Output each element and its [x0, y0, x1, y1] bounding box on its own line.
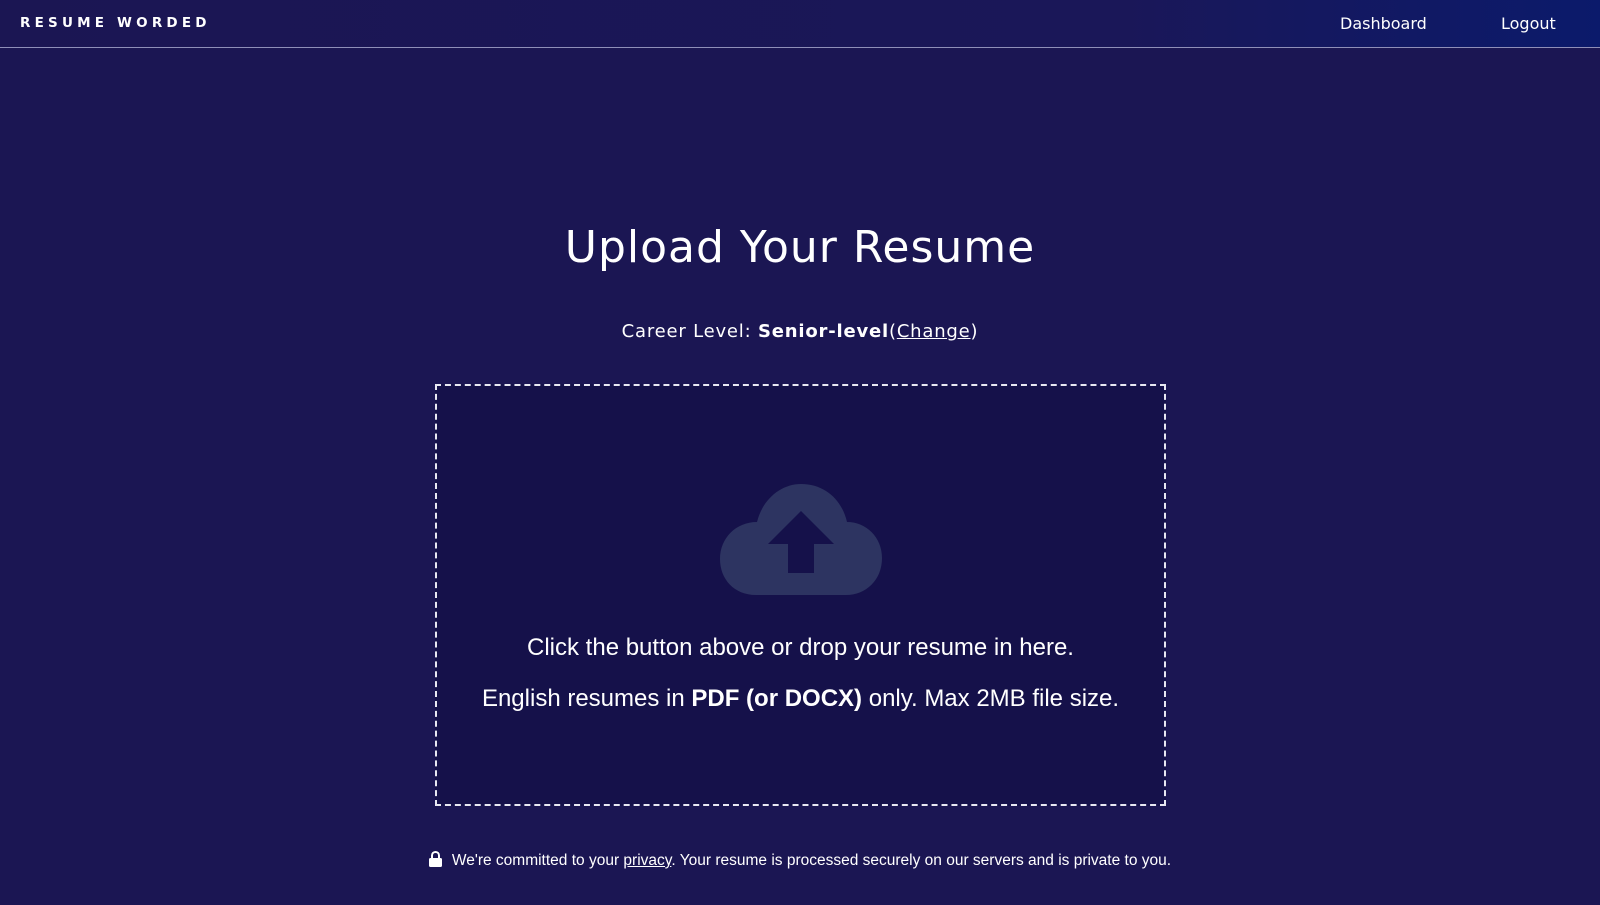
- privacy-notice: We're committed to your privacy. Your re…: [0, 851, 1600, 870]
- privacy-link[interactable]: privacy: [623, 852, 671, 869]
- dropzone-file-requirements: English resumes in PDF (or DOCX) only. M…: [437, 685, 1164, 713]
- dropzone-instruction: Click the button above or drop your resu…: [527, 634, 1074, 661]
- career-level-value: Senior-level: [758, 321, 889, 342]
- nav-dashboard-link[interactable]: Dashboard: [1340, 14, 1427, 33]
- file-requirements-suffix: only. Max 2MB file size.: [868, 685, 1120, 712]
- privacy-prefix: We're committed to your: [451, 852, 620, 869]
- career-level-label: Career Level:: [621, 321, 752, 342]
- career-change-link[interactable]: Change: [897, 321, 971, 342]
- privacy-suffix: . Your resume is processed securely on o…: [671, 852, 1172, 869]
- resume-dropzone[interactable]: Click the button above or drop your resu…: [435, 384, 1166, 806]
- nav-logout-link[interactable]: Logout: [1501, 14, 1556, 33]
- file-requirements-formats: PDF (or DOCX): [691, 685, 863, 712]
- career-change-open-paren: (: [888, 321, 897, 342]
- logo[interactable]: RESUME WORDED: [20, 15, 211, 31]
- career-change-close-paren: ): [970, 321, 979, 342]
- lock-icon: [428, 851, 442, 867]
- file-requirements-prefix: English resumes in: [481, 685, 685, 712]
- page-title: Upload Your Resume: [564, 222, 1036, 273]
- cloud-upload-icon[interactable]: [720, 484, 882, 596]
- career-level-line: Career Level: Senior-level(Change): [0, 321, 1600, 342]
- top-navbar: RESUME WORDED Dashboard Logout: [0, 0, 1600, 48]
